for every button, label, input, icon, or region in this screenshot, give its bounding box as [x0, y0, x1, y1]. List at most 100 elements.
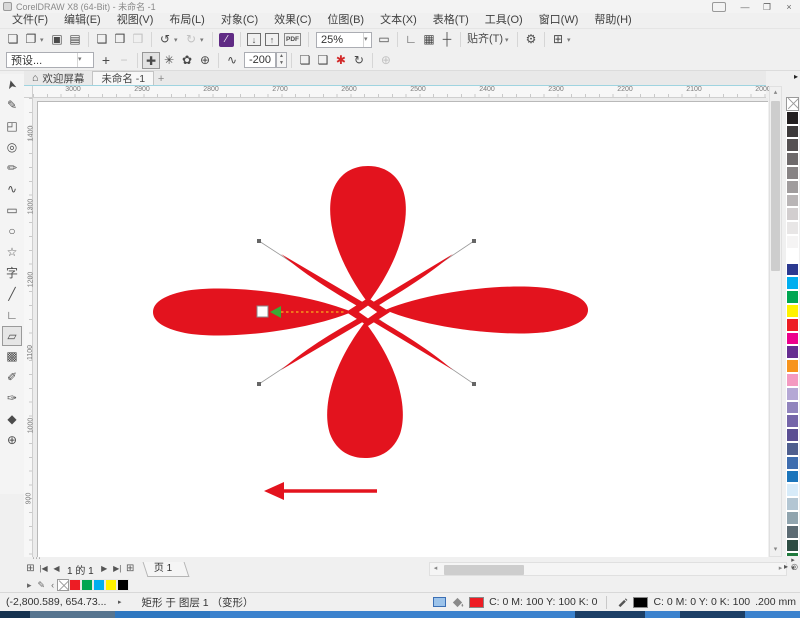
- canvas[interactable]: [33, 98, 768, 557]
- document-palette-collapse-icon[interactable]: ‹: [51, 580, 54, 590]
- menu-item-4[interactable]: 对象(C): [213, 13, 266, 28]
- amplitude-spinner[interactable]: ▲▼: [276, 52, 287, 68]
- palette-swatch[interactable]: [786, 525, 799, 539]
- palette-swatch[interactable]: [786, 125, 799, 139]
- previous-page-icon[interactable]: ◀: [50, 562, 63, 576]
- palette-swatch[interactable]: [786, 304, 799, 318]
- last-page-icon[interactable]: ▶|: [111, 562, 124, 576]
- document-palette-swatch[interactable]: [117, 579, 129, 591]
- polygon-tool-icon[interactable]: ☆: [2, 242, 22, 263]
- undo-icon[interactable]: ↺: [156, 31, 174, 48]
- restore-button[interactable]: ❐: [756, 1, 778, 13]
- palette-swatch[interactable]: [786, 414, 799, 428]
- snap-dropdown-icon[interactable]: ▾: [505, 36, 513, 44]
- snap-to-button[interactable]: 贴齐(T): [465, 31, 505, 48]
- search-content-icon[interactable]: ⁄: [219, 33, 234, 47]
- palette-swatch[interactable]: [786, 138, 799, 152]
- zoom-level-input[interactable]: [317, 33, 363, 47]
- mini-nav-icon[interactable]: ▸: [784, 562, 788, 571]
- amplitude-input[interactable]: [245, 53, 275, 67]
- palette-swatch[interactable]: [786, 235, 799, 249]
- menu-item-6[interactable]: 位图(B): [319, 13, 372, 28]
- tab-document[interactable]: 未命名 -1: [92, 71, 154, 85]
- palette-flyout-icon[interactable]: ▸: [794, 72, 798, 81]
- horizontal-ruler[interactable]: 3000290028002700260025002400230022002100…: [33, 86, 766, 98]
- freehand-tool-icon[interactable]: ✏: [2, 158, 22, 179]
- preset-dropdown-icon[interactable]: ▾: [77, 53, 85, 67]
- horizontal-scroll-thumb[interactable]: [444, 565, 524, 575]
- palette-swatch[interactable]: [786, 332, 799, 346]
- show-rulers-icon[interactable]: ∟: [402, 31, 420, 48]
- palette-swatch[interactable]: [786, 373, 799, 387]
- first-page-icon[interactable]: |◀: [37, 562, 50, 576]
- text-tool-icon[interactable]: 字: [2, 263, 22, 284]
- smart-fill-tool-icon[interactable]: ◆: [2, 409, 22, 430]
- vertical-scroll-thumb[interactable]: [771, 101, 780, 271]
- scroll-left-icon[interactable]: ◂: [430, 563, 441, 575]
- palette-swatch[interactable]: [786, 290, 799, 304]
- add-new-distortion-icon[interactable]: ❏: [296, 52, 314, 69]
- ellipse-tool-icon[interactable]: ○: [2, 221, 22, 242]
- close-button[interactable]: ×: [778, 1, 800, 13]
- distort-tool-icon[interactable]: ▱: [2, 326, 22, 346]
- document-palette-swatch[interactable]: [69, 579, 81, 591]
- application-launcher-icon[interactable]: ⊞: [549, 31, 567, 48]
- menu-item-7[interactable]: 文本(X): [372, 13, 425, 28]
- shape-tool-icon[interactable]: ✎: [2, 95, 22, 116]
- next-page-icon[interactable]: ▶: [98, 562, 111, 576]
- palette-swatch[interactable]: [786, 401, 799, 415]
- connector-tool-icon[interactable]: ∟: [2, 305, 22, 326]
- copy-distortion-icon[interactable]: ❑: [314, 52, 332, 69]
- outline-color-chip[interactable]: [633, 597, 648, 608]
- palette-swatch[interactable]: [786, 511, 799, 525]
- import-icon[interactable]: ↓: [247, 33, 261, 46]
- palette-swatch[interactable]: [786, 483, 799, 497]
- zoom-level-dropdown-icon[interactable]: ▾: [363, 33, 371, 47]
- document-palette-swatch[interactable]: [93, 579, 105, 591]
- touch-mode-icon[interactable]: [712, 2, 726, 12]
- palette-swatch[interactable]: [786, 387, 799, 401]
- menu-item-1[interactable]: 编辑(E): [56, 13, 109, 28]
- launcher-dropdown-icon[interactable]: ▾: [567, 36, 575, 44]
- add-page-end-icon[interactable]: ⊞: [124, 562, 137, 576]
- scroll-up-icon[interactable]: ▴: [770, 87, 781, 99]
- new-document-icon[interactable]: ❏: [4, 31, 22, 48]
- export-icon[interactable]: ↑: [265, 33, 279, 46]
- minimize-button[interactable]: —: [734, 1, 756, 13]
- palette-swatch[interactable]: [786, 345, 799, 359]
- add-preset-icon[interactable]: +: [97, 52, 115, 69]
- show-guidelines-icon[interactable]: ┼: [438, 31, 456, 48]
- interactive-fill-tool-icon[interactable]: ✑: [2, 388, 22, 409]
- palette-swatch[interactable]: [786, 359, 799, 373]
- vertical-ruler[interactable]: 14001300120011001000900: [24, 98, 33, 557]
- status-expand-icon[interactable]: ▸: [118, 598, 128, 606]
- palette-swatch[interactable]: [786, 539, 799, 553]
- menu-item-2[interactable]: 视图(V): [109, 13, 162, 28]
- menu-item-8[interactable]: 表格(T): [425, 13, 477, 28]
- open-icon[interactable]: ❐: [22, 31, 40, 48]
- palette-swatch[interactable]: [786, 318, 799, 332]
- menu-item-11[interactable]: 帮助(H): [586, 13, 639, 28]
- document-palette-swatch[interactable]: [81, 579, 93, 591]
- zoom-tool-icon[interactable]: ◎: [2, 137, 22, 158]
- palette-swatch[interactable]: [786, 276, 799, 290]
- options-gear-icon[interactable]: ⚙: [522, 31, 540, 48]
- print-icon[interactable]: ▤: [66, 31, 84, 48]
- center-distortion-icon[interactable]: ⊕: [196, 52, 214, 69]
- show-grid-icon[interactable]: ▦: [420, 31, 438, 48]
- preset-input[interactable]: [7, 53, 77, 67]
- cut-icon[interactable]: ❑: [93, 31, 111, 48]
- redo-icon[interactable]: ↻: [182, 31, 200, 48]
- publish-pdf-icon[interactable]: PDF: [284, 33, 301, 46]
- clear-distortion-icon[interactable]: ✱: [332, 52, 350, 69]
- horizontal-scrollbar[interactable]: ◂ ▸: [429, 562, 787, 576]
- palette-swatch[interactable]: [786, 249, 799, 263]
- fill-color-chip[interactable]: [469, 597, 484, 608]
- document-palette-swatch[interactable]: [105, 579, 117, 591]
- menu-item-3[interactable]: 布局(L): [161, 13, 212, 28]
- palette-swatch[interactable]: [786, 152, 799, 166]
- new-tab-button[interactable]: +: [154, 73, 168, 85]
- copy-icon[interactable]: ❒: [111, 31, 129, 48]
- palette-swatch[interactable]: [786, 456, 799, 470]
- palette-swatch[interactable]: [786, 442, 799, 456]
